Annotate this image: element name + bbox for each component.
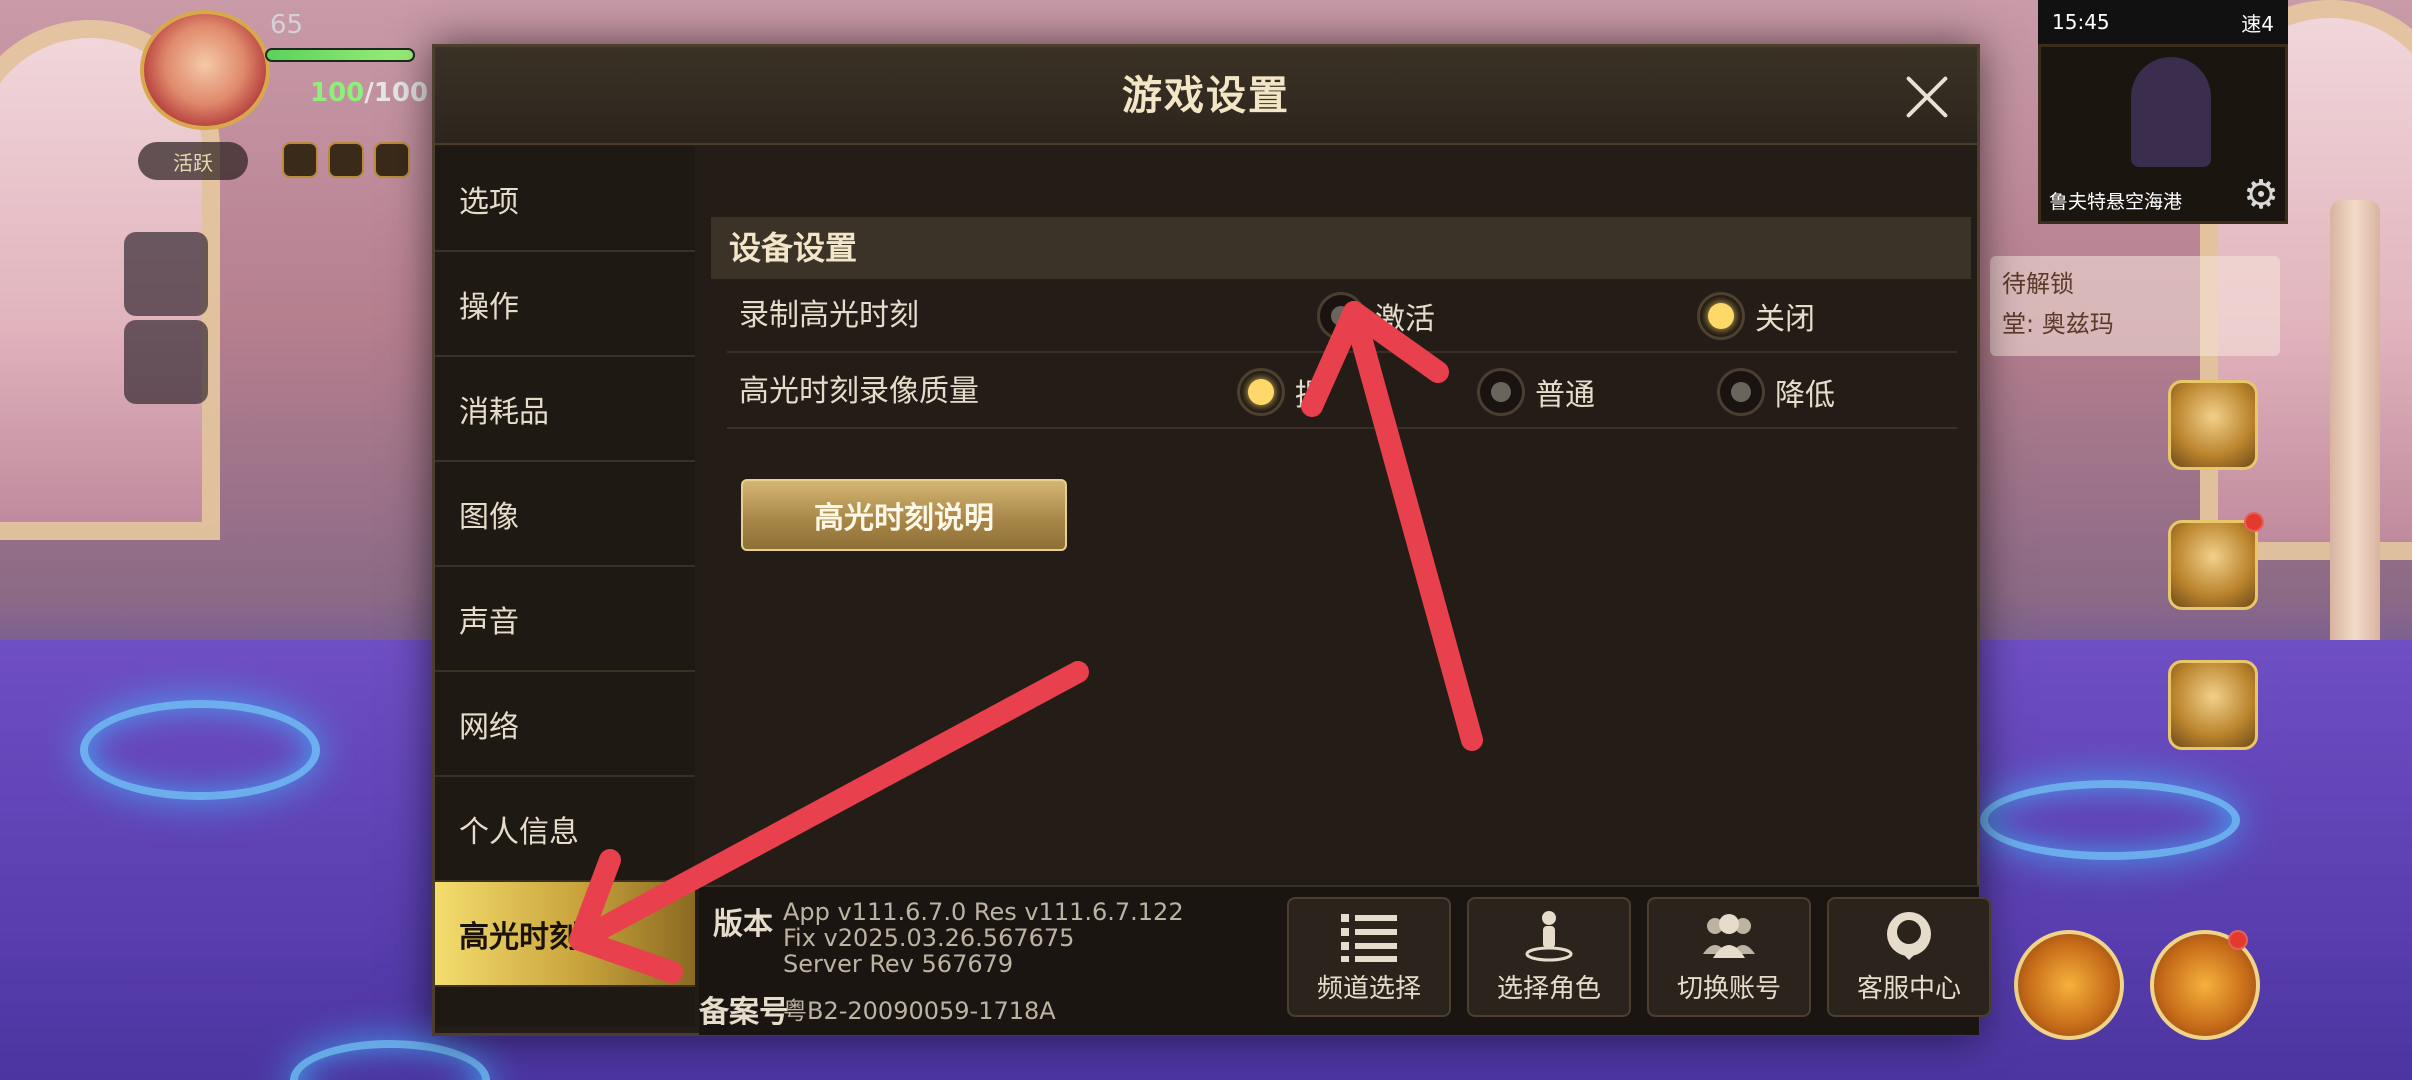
channel-select-button[interactable]: 频道选择 <box>1287 897 1451 1017</box>
character-icon <box>1525 910 1573 961</box>
quest-tracker[interactable]: 待解锁 堂: 奥兹玛 <box>1990 256 2280 356</box>
game-settings-dialog: 游戏设置 选项 操作 消耗品 图像 声音 网络 个人信息 高光时刻 设备设置 录… <box>432 44 1991 1036</box>
dialog-header: 游戏设置 <box>435 47 1977 145</box>
radio-dot <box>1317 292 1365 340</box>
radio-high[interactable]: 提 <box>1237 355 1325 429</box>
setting-row-record-highlights: 录制高光时刻 激活 关闭 <box>727 279 1957 353</box>
magic-circle <box>80 700 320 800</box>
list-icon <box>1341 913 1397 962</box>
radio-dot <box>1477 368 1525 416</box>
quest-line: 待解锁 <box>2002 270 2074 298</box>
sidebar-item-consumables[interactable]: 消耗品 <box>435 357 695 462</box>
sidebar-item-options[interactable]: 选项 <box>435 147 695 252</box>
quest-line: 堂: 奥兹玛 <box>2002 310 2114 338</box>
close-button[interactable] <box>1899 69 1955 125</box>
sidebar-item-graphics[interactable]: 图像 <box>435 462 695 567</box>
map-location: 鲁夫特悬空海港 <box>2049 191 2183 213</box>
radio-normal[interactable]: 普通 <box>1477 355 1595 429</box>
button-label: 切换账号 <box>1676 973 1781 1004</box>
hp-max: /100 <box>364 78 429 108</box>
radio-dot <box>1697 292 1745 340</box>
version-line: Server Rev 567679 <box>783 950 1014 978</box>
phone-status-bar: 15:45 速4 <box>2038 0 2288 44</box>
customer-service-button[interactable]: 客服中心 <box>1827 897 1991 1017</box>
hp-bar-fill <box>267 50 413 60</box>
notification-dot <box>2228 930 2248 950</box>
version-line: Fix v2025.03.26.567675 <box>783 924 1075 952</box>
minimap[interactable]: 鲁夫特悬空海港 ⚙ <box>2038 44 2288 224</box>
button-label: 选择角色 <box>1496 973 1601 1004</box>
minimap-view <box>2131 57 2211 167</box>
hp-bar <box>265 48 415 62</box>
settings-sidebar: 选项 操作 消耗品 图像 声音 网络 个人信息 高光时刻 <box>435 147 695 1027</box>
settings-content: 设备设置 录制高光时刻 激活 关闭 高光时刻录像质量 提 普通 降低 高光时刻说… <box>699 147 1979 927</box>
sidebar-item-sound[interactable]: 声音 <box>435 567 695 672</box>
clock: 15:45 <box>2052 10 2110 34</box>
version-label: 版本 <box>713 907 773 942</box>
setting-label: 高光时刻录像质量 <box>739 374 979 409</box>
button-label: 频道选择 <box>1316 973 1421 1004</box>
hp-readout: 100/100 <box>310 78 428 108</box>
dialog-footer: 版本 App v111.6.7.0 Res v111.6.7.122 Fix v… <box>699 885 1991 1035</box>
background-pillar <box>2330 200 2380 700</box>
radio-off[interactable]: 关闭 <box>1697 279 1815 353</box>
magic-circle <box>1980 780 2240 860</box>
users-icon <box>1703 913 1755 958</box>
radio-dot <box>1717 368 1765 416</box>
player-level: 65 <box>270 10 304 40</box>
dialog-title: 游戏设置 <box>1122 73 1290 119</box>
sidebar-item-controls[interactable]: 操作 <box>435 252 695 357</box>
setting-label: 录制高光时刻 <box>739 298 919 333</box>
setting-row-highlight-quality: 高光时刻录像质量 提 普通 降低 <box>727 355 1957 429</box>
sidebar-item-highlights[interactable]: 高光时刻 <box>435 882 695 987</box>
gear-icon[interactable]: ⚙ <box>2243 175 2279 215</box>
buff-icon[interactable] <box>328 142 364 178</box>
radio-label: 提 <box>1295 378 1325 413</box>
button-label: 客服中心 <box>1856 973 1961 1004</box>
radio-label: 降低 <box>1775 378 1835 413</box>
sidebar-item-network[interactable]: 网络 <box>435 672 695 777</box>
icp-label: 备案号 <box>699 995 789 1030</box>
buff-icon[interactable] <box>374 142 410 178</box>
version-info: App v111.6.7.0 Res v111.6.7.122 Fix v202… <box>783 899 1184 977</box>
skill-icon[interactable] <box>2014 930 2124 1040</box>
radio-activate[interactable]: 激活 <box>1317 279 1435 353</box>
notification-dot <box>2244 512 2264 532</box>
radio-low[interactable]: 降低 <box>1717 355 1835 429</box>
version-line: App v111.6.7.0 Res v111.6.7.122 <box>783 898 1184 926</box>
switch-account-button[interactable]: 切换账号 <box>1647 897 1811 1017</box>
group-icon[interactable] <box>124 320 208 404</box>
highlight-explain-button[interactable]: 高光时刻说明 <box>741 479 1067 551</box>
shield-icon[interactable] <box>2168 520 2258 610</box>
scroll-icon[interactable] <box>124 232 208 316</box>
radio-dot <box>1237 368 1285 416</box>
radio-label: 激活 <box>1375 302 1435 337</box>
crossed-swords-icon[interactable] <box>2168 380 2258 470</box>
radio-label: 关闭 <box>1755 302 1815 337</box>
section-title: 设备设置 <box>711 217 1971 279</box>
support-icon <box>1887 911 1931 960</box>
sidebar-item-personal-info[interactable]: 个人信息 <box>435 777 695 882</box>
hp-value: 100 <box>310 78 365 108</box>
player-avatar[interactable] <box>140 10 270 130</box>
shop-icon[interactable] <box>2168 660 2258 750</box>
icp-number: 粤B2-20090059-1718A <box>783 997 1056 1025</box>
activity-badge[interactable]: 活跃 <box>138 142 248 180</box>
select-character-button[interactable]: 选择角色 <box>1467 897 1631 1017</box>
carrier-label: 速4 <box>2241 11 2274 36</box>
radio-label: 普通 <box>1535 378 1595 413</box>
buff-icon[interactable] <box>282 142 318 178</box>
